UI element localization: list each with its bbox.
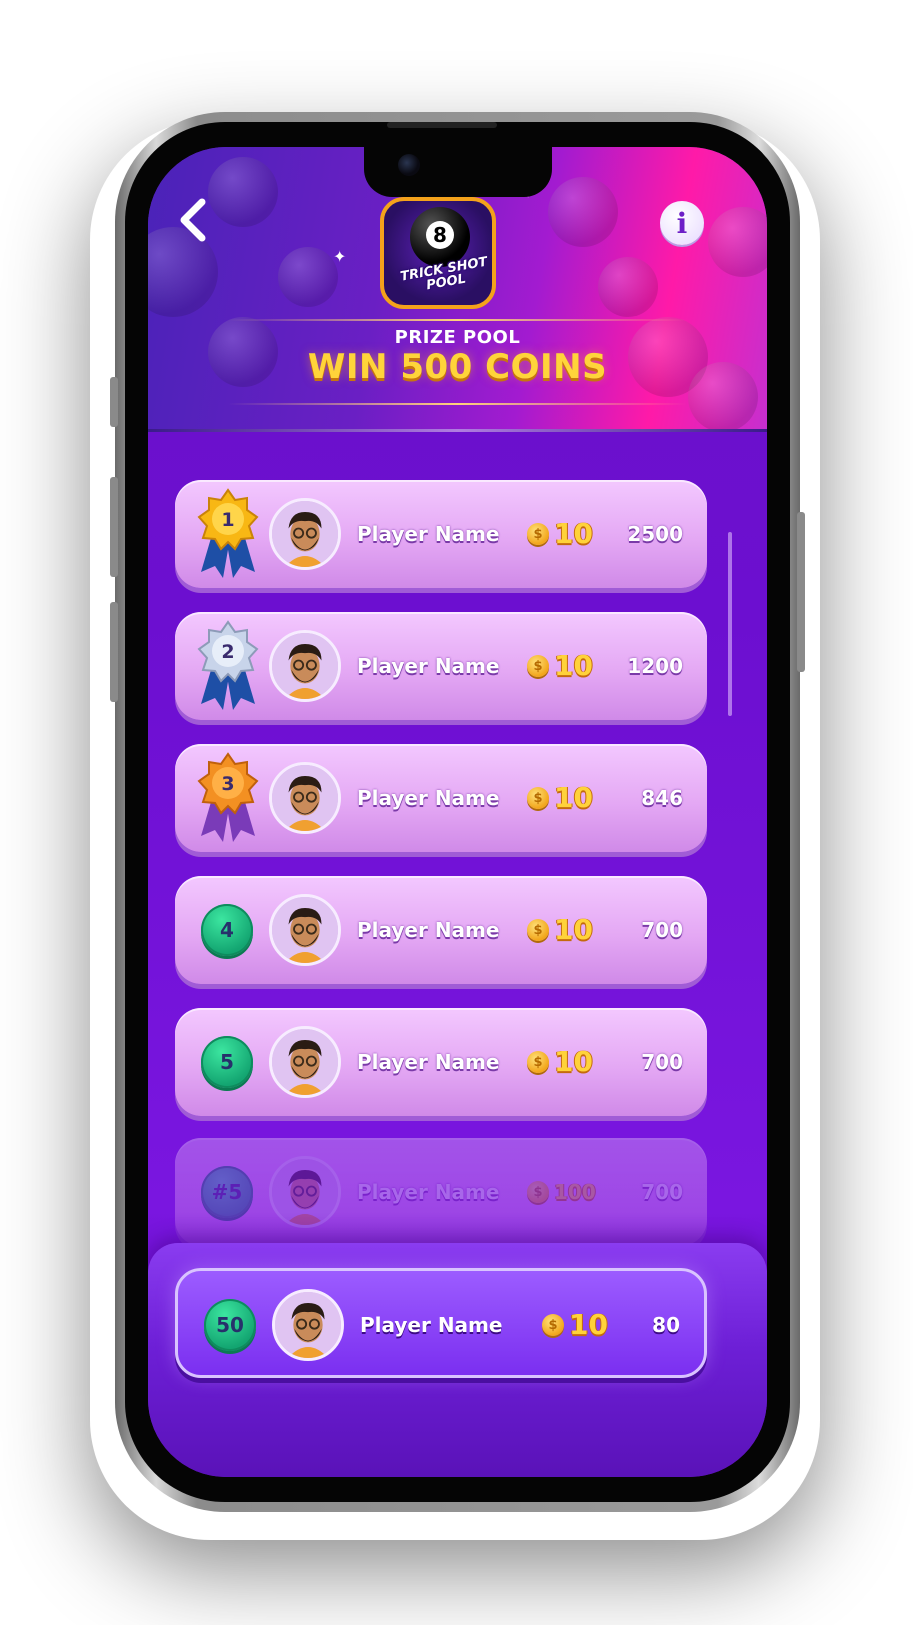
player-score: 1200 (627, 654, 683, 678)
player-name: Player Name (357, 654, 500, 678)
pool-ball-background (548, 177, 618, 247)
leaderboard-row-1[interactable]: 1 Player Name $ 10 2500 (175, 480, 707, 588)
coin-icon: $ (527, 787, 549, 809)
leaderboard-row-3[interactable]: 3 Player Name $ 10 846 (175, 744, 707, 852)
leaderboard-row-5[interactable]: 5 Player Name $ 10 700 (175, 1008, 707, 1116)
rank-number: 5 (201, 1036, 253, 1088)
pool-ball-background (708, 207, 767, 277)
leaderboard-row-4[interactable]: 4 Player Name $ 10 700 (175, 876, 707, 984)
volume-up-button (110, 477, 118, 577)
scrollbar[interactable] (728, 532, 732, 716)
reward-amount: 10 (569, 1308, 608, 1341)
rank-badge: 50 (192, 1271, 262, 1379)
info-button[interactable]: i (660, 201, 704, 245)
avatar (269, 498, 341, 570)
avatar (269, 630, 341, 702)
player-score: 846 (641, 786, 683, 810)
pool-ball-background (278, 247, 338, 307)
coin-icon: $ (527, 1181, 549, 1203)
avatar (269, 1026, 341, 1098)
gold-medal-icon: 1 (197, 488, 259, 578)
svg-text:3: 3 (221, 773, 234, 795)
player-score: 2500 (627, 522, 683, 546)
coin-icon: $ (527, 1051, 549, 1073)
player-score: 700 (641, 1050, 683, 1074)
coin-icon: $ (527, 655, 549, 677)
current-player-row[interactable]: 50 Player Name $ 10 80 (175, 1268, 707, 1378)
header-divider-bottom (228, 403, 687, 405)
bronze-medal-icon: 3 (197, 752, 259, 842)
front-camera (398, 154, 420, 176)
rank-number: #5 (201, 1166, 253, 1218)
logo-title: TRICK SHOT POOL (399, 254, 489, 294)
chevron-left-icon (180, 198, 206, 242)
speaker-grille (387, 122, 497, 128)
silver-medal-icon: 2 (197, 620, 259, 710)
rank-badge: 2 (189, 612, 259, 720)
silent-switch (110, 377, 118, 427)
reward-amount: 10 (554, 781, 593, 814)
rank-badge: 4 (189, 876, 259, 984)
player-score: 80 (652, 1313, 680, 1337)
rank-number: 4 (201, 904, 253, 956)
avatar (272, 1289, 344, 1361)
player-name: Player Name (357, 918, 500, 942)
game-logo: 8 TRICK SHOT POOL (380, 197, 496, 309)
leaderboard-row-2[interactable]: 2 Player Name $ 10 1200 (175, 612, 707, 720)
phone-frame: i ✦ ✦ 8 TRICK SHOT POOL PRIZE POOL WIN 5… (110, 112, 805, 1512)
svg-text:1: 1 (221, 509, 234, 531)
info-icon: i (676, 206, 688, 240)
rank-badge: 5 (189, 1008, 259, 1116)
app-screen: i ✦ ✦ 8 TRICK SHOT POOL PRIZE POOL WIN 5… (148, 147, 767, 1477)
player-name: Player Name (357, 1050, 500, 1074)
player-name: Player Name (357, 522, 500, 546)
coin-icon: $ (527, 523, 549, 545)
rank-badge: 1 (189, 480, 259, 588)
coin-icon: $ (542, 1314, 564, 1336)
svg-text:2: 2 (221, 641, 234, 663)
reward-amount: 10 (554, 649, 593, 682)
coin-icon: $ (527, 919, 549, 941)
reward-amount: 10 (554, 1045, 593, 1078)
pool-ball-background (598, 257, 658, 317)
prize-pool-label: PRIZE POOL (394, 327, 521, 348)
rank-badge: 3 (189, 744, 259, 852)
avatar (269, 762, 341, 834)
player-name: Player Name (357, 786, 500, 810)
prize-pool-value: WIN 500 COINS (307, 347, 608, 387)
reward-amount: 10 (554, 517, 593, 550)
back-button[interactable] (168, 195, 218, 245)
volume-down-button (110, 602, 118, 702)
sparkle-icon: ✦ (333, 247, 347, 266)
reward-amount: 10 (554, 913, 593, 946)
header-divider-top (228, 319, 687, 321)
player-name: Player Name (360, 1313, 503, 1337)
avatar (269, 894, 341, 966)
player-score: 700 (641, 918, 683, 942)
rank-number: 50 (204, 1299, 256, 1351)
notch (364, 147, 552, 197)
pool-ball-background (208, 157, 278, 227)
power-button (797, 512, 805, 672)
